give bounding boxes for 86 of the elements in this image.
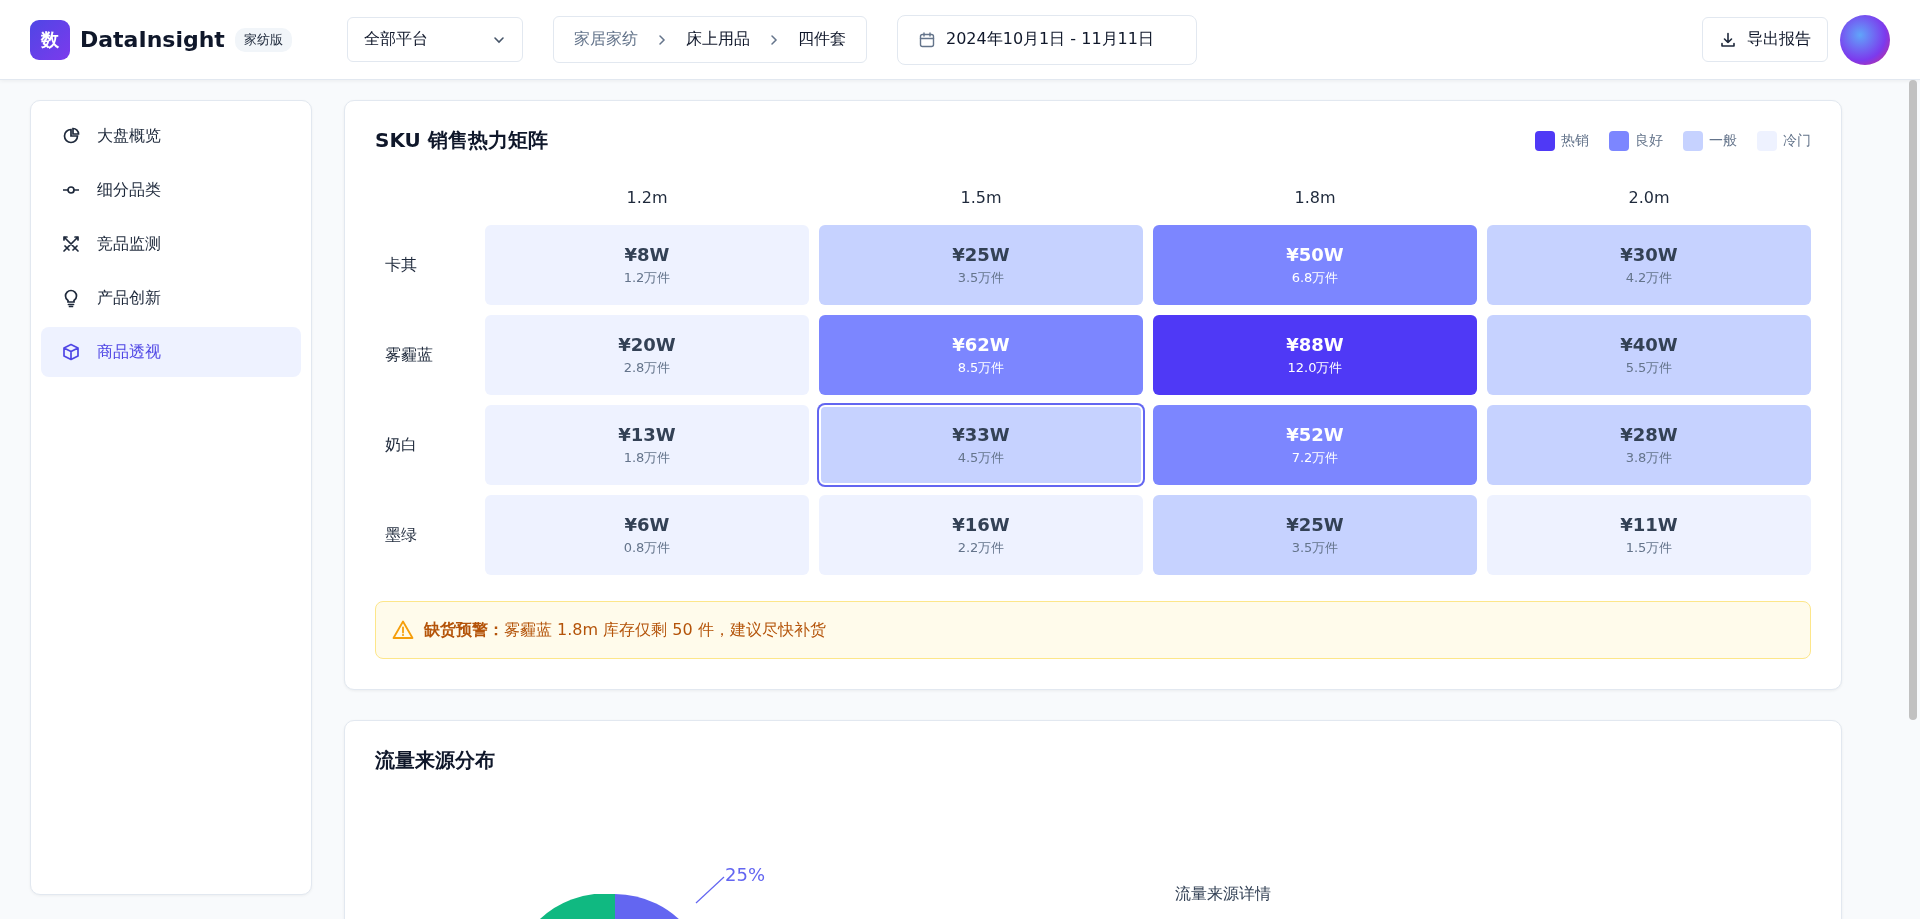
sales-value: ¥30W [1620, 243, 1678, 265]
export-report-button[interactable]: 导出报告 [1702, 17, 1828, 62]
units-sold: 7.2万件 [1291, 448, 1339, 467]
sales-value: ¥50W [1286, 243, 1344, 265]
alert-message: 缺货预警：雾霾蓝 1.8m 库存仅剩 50 件，建议尽快补货 [424, 619, 826, 641]
units-sold: 8.5万件 [957, 358, 1005, 377]
sales-value: ¥40W [1620, 333, 1678, 355]
download-icon [1719, 30, 1737, 49]
units-sold: 1.8万件 [623, 448, 671, 467]
units-sold: 2.2万件 [957, 538, 1005, 557]
sales-value: ¥20W [618, 333, 676, 355]
column-header: 2.0m [1627, 188, 1671, 209]
sales-value: ¥88W [1286, 333, 1344, 355]
column-header: 1.2m [625, 188, 669, 209]
units-sold: 3.5万件 [1291, 538, 1339, 557]
units-sold: 5.5万件 [1625, 358, 1673, 377]
sidebar-item[interactable]: 细分品类 [41, 165, 301, 215]
heatmap-cell[interactable]: ¥25W 3.5万件 [819, 225, 1143, 305]
sales-value: ¥8W [624, 243, 670, 265]
heatmap-cell[interactable]: ¥40W 5.5万件 [1487, 315, 1811, 395]
units-sold: 0.8万件 [623, 538, 671, 557]
sidebar-item[interactable]: 竞品监测 [41, 219, 301, 269]
heatmap-cell[interactable]: ¥8W 1.2万件 [485, 225, 809, 305]
sidebar-item[interactable]: 大盘概览 [41, 111, 301, 161]
legend-label: 热销 [1561, 131, 1589, 150]
sales-value: ¥16W [952, 513, 1010, 535]
user-avatar[interactable] [1840, 14, 1890, 65]
sales-value: ¥28W [1620, 423, 1678, 445]
row-header: 卡其 [384, 253, 418, 276]
heatmap-cell[interactable]: ¥6W 0.8万件 [485, 495, 809, 575]
heatmap-cell[interactable]: ¥20W 2.8万件 [485, 315, 809, 395]
sales-value: ¥62W [952, 333, 1010, 355]
heatmap-cell[interactable]: ¥88W 12.0万件 [1153, 315, 1477, 395]
pie-chart-icon [61, 126, 81, 146]
brand-name: DataInsight [80, 27, 225, 52]
heatmap-cell[interactable]: ¥33W 4.5万件 [819, 405, 1143, 485]
sales-value: ¥6W [624, 513, 670, 535]
units-sold: 4.2万件 [1625, 268, 1673, 287]
heatmap-cell[interactable]: ¥30W 4.2万件 [1487, 225, 1811, 305]
row-header: 墨绿 [384, 523, 418, 546]
warning-icon [392, 619, 414, 641]
scrollbar[interactable] [1909, 80, 1917, 720]
row-header: 雾霾蓝 [384, 343, 434, 366]
chevron-right-icon [656, 33, 668, 46]
heatmap-cell[interactable]: ¥25W 3.5万件 [1153, 495, 1477, 575]
units-sold: 3.8万件 [1625, 448, 1673, 467]
logo: 数 [30, 19, 70, 60]
units-sold: 4.5万件 [957, 448, 1005, 467]
edition-badge: 家纺版 [234, 27, 292, 52]
column-header: 1.8m [1293, 188, 1337, 209]
units-sold: 3.5万件 [957, 268, 1005, 287]
sales-value: ¥25W [1286, 513, 1344, 535]
breadcrumb-item[interactable]: 床上用品 [686, 29, 750, 50]
units-sold: 2.8万件 [623, 358, 671, 377]
date-range-picker[interactable]: 2024年10月1日 - 11月11日 [897, 14, 1197, 65]
sales-value: ¥33W [952, 423, 1010, 445]
units-sold: 1.2万件 [623, 268, 671, 287]
legend-label: 良好 [1635, 131, 1663, 150]
sales-value: ¥11W [1620, 513, 1678, 535]
calendar-icon [918, 30, 936, 49]
breadcrumb-item[interactable]: 家居家纺 [574, 29, 638, 50]
card-title: 流量来源分布 [375, 747, 496, 774]
sales-value: ¥13W [618, 423, 676, 445]
legend-label: 一般 [1709, 131, 1737, 150]
platform-select[interactable]: 全部平台 [347, 17, 523, 62]
leader-line [695, 876, 725, 904]
sidebar-item[interactable]: 产品创新 [41, 273, 301, 323]
legend-label: 冷门 [1783, 131, 1811, 150]
breadcrumb-item[interactable]: 四件套 [798, 29, 846, 50]
heatmap-cell[interactable]: ¥11W 1.5万件 [1487, 495, 1811, 575]
row-header: 奶白 [384, 433, 418, 456]
units-sold: 6.8万件 [1291, 268, 1339, 287]
chevron-right-icon [768, 33, 780, 46]
heatmap-cell[interactable]: ¥16W 2.2万件 [819, 495, 1143, 575]
card-title: SKU 销售热力矩阵 [375, 127, 548, 154]
pie-percentage-label: 25% [725, 864, 765, 885]
sidebar-item[interactable]: 商品透视 [41, 327, 301, 377]
cube-icon [61, 342, 81, 362]
detail-title: 流量来源详情 [1175, 884, 1271, 905]
sales-value: ¥25W [952, 243, 1010, 265]
heatmap-cell[interactable]: ¥28W 3.8万件 [1487, 405, 1811, 485]
sales-value: ¥52W [1286, 423, 1344, 445]
units-sold: 12.0万件 [1287, 358, 1343, 377]
units-sold: 1.5万件 [1625, 538, 1673, 557]
heatmap-cell[interactable]: ¥13W 1.8万件 [485, 405, 809, 485]
column-header: 1.5m [959, 188, 1003, 209]
